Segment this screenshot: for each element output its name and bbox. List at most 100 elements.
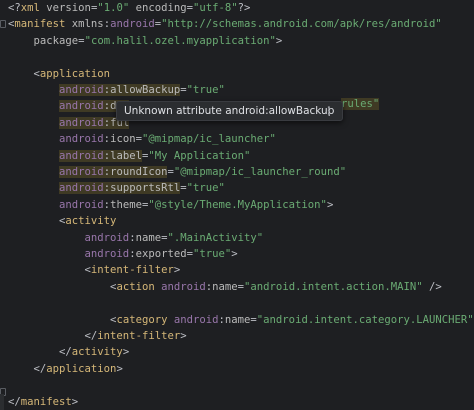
code-token: android: [8, 133, 104, 146]
code-token: </: [8, 330, 98, 342]
code-token: label: [110, 149, 142, 162]
code-token: "true": [193, 248, 232, 260]
code-token: application: [46, 362, 117, 375]
code-token: activity: [71, 346, 123, 359]
code-token: "true": [186, 84, 225, 96]
code-token: category: [116, 313, 168, 326]
code-line: <intent-filter>: [8, 262, 181, 278]
code-token: "android.intent.action.MAIN": [244, 280, 423, 293]
code-token: "utf-8": [193, 2, 238, 14]
code-line: android:supportsRtl="true": [8, 180, 225, 196]
code-token: manifest: [14, 18, 66, 31]
code-token: "com.halil.ozel.myapplication": [84, 34, 276, 47]
code-token: <: [8, 67, 40, 80]
inspection-tooltip: Unknown attribute android:allowBackup ⋮: [116, 101, 343, 121]
code-token: android: [59, 100, 104, 113]
code-token: "@mipmap/ic_launcher": [141, 133, 276, 146]
code-fragment: rules": [341, 98, 380, 110]
code-token: action: [116, 280, 155, 293]
code-token: android: [8, 248, 130, 260]
code-token: name: [212, 280, 238, 293]
code-token: ".MainActivity": [167, 231, 264, 244]
code-line: package="com.halil.ozel.myapplication">: [8, 33, 283, 49]
code-token: android: [59, 84, 104, 96]
code-token: >: [231, 248, 238, 260]
code-line: <application: [8, 66, 111, 82]
code-token: icon: [110, 133, 136, 146]
code-token: "http://schemas.android.com/apk/res/andr…: [161, 18, 442, 31]
code-line: </manifest>: [8, 394, 78, 410]
code-token: android: [8, 231, 130, 244]
code-token: roundIcon: [110, 166, 168, 178]
code-token: "@mipmap/ic_launcher_round": [173, 166, 347, 178]
code-line: android:dat: [8, 98, 130, 114]
code-token: android: [59, 182, 104, 195]
code-token: <: [8, 313, 117, 326]
code-token: encoding: [129, 2, 187, 14]
code-token: <: [8, 264, 91, 277]
code-line: <activity: [8, 213, 116, 229]
code-token: allowBackup: [110, 84, 181, 96]
code-line: <manifest xmlns:android="http://schemas.…: [8, 16, 442, 32]
tooltip-message: Unknown attribute android:allowBackup: [124, 105, 335, 117]
code-token: >: [326, 198, 334, 211]
code-editor[interactable]: <?xml version="1.0" encoding="utf-8"?> <m…: [0, 0, 474, 410]
code-token: exported: [135, 248, 187, 260]
code-token: android: [154, 280, 206, 293]
code-token: android: [59, 116, 104, 129]
code-token: activity: [65, 215, 117, 228]
code-line: <?xml version="1.0" encoding="utf-8"?>: [8, 0, 250, 16]
code-token: <: [8, 280, 117, 293]
code-line: android:theme="@style/Theme.MyApplicatio…: [8, 197, 333, 213]
more-options-icon[interactable]: ⋮: [324, 102, 335, 120]
code-token: name: [135, 231, 162, 244]
code-token: >: [116, 362, 123, 375]
code-token: />: [422, 280, 442, 293]
code-token: xmlns: [65, 18, 104, 31]
code-token: "android.intent.category.LAUNCHER": [256, 313, 474, 326]
code-token: "1.0": [97, 2, 130, 14]
code-line: android:allowBackup="true": [8, 82, 225, 98]
code-token: "My Application": [148, 149, 251, 162]
code-line: android:ful: [8, 115, 130, 131]
code-token: >: [122, 346, 130, 359]
code-token: >: [275, 34, 283, 47]
code-token: android: [59, 166, 104, 178]
caret-line-marker: [0, 394, 4, 410]
code-line: </activity>: [8, 344, 129, 360]
code-token: theme: [110, 198, 142, 211]
code-token: >: [180, 330, 187, 342]
code-line: android:exported="true">: [8, 246, 238, 262]
code-token: >: [71, 395, 79, 408]
code-token: android: [167, 313, 219, 326]
fold-toggle-icon[interactable]: [0, 20, 6, 28]
code-token: </: [8, 395, 21, 408]
code-token: </: [8, 346, 72, 359]
code-token: android: [59, 149, 104, 162]
code-token: ?>: [237, 2, 251, 14]
code-line: </intent-filter>: [8, 328, 187, 344]
code-line: android:name=".MainActivity": [8, 230, 264, 246]
code-line: android:roundIcon="@mipmap/ic_launcher_r…: [8, 164, 346, 180]
code-token: <: [8, 215, 66, 228]
fold-gutter: [0, 0, 6, 410]
code-token: </: [8, 362, 47, 375]
code-token: application: [39, 67, 111, 80]
code-line: <action android:name="android.intent.act…: [8, 279, 442, 295]
code-token: android: [110, 18, 155, 31]
code-line: <category android:name="android.intent.c…: [8, 312, 474, 328]
code-token: android: [8, 198, 104, 211]
code-token: "true": [186, 182, 225, 195]
code-line: android:label="My Application": [8, 148, 250, 164]
code-token: manifest: [20, 395, 72, 408]
code-token: name: [224, 313, 251, 326]
code-token: version: [39, 2, 91, 14]
code-token: <?: [8, 2, 21, 14]
code-line: </application>: [8, 361, 123, 377]
